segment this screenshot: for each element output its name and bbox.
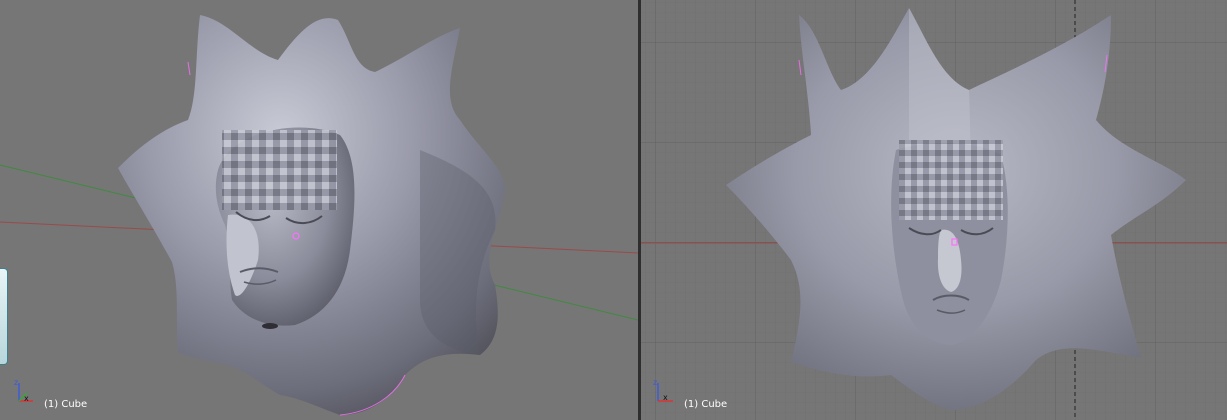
svg-text:z: z xyxy=(653,378,657,387)
svg-text:z: z xyxy=(14,378,18,387)
svg-text:x: x xyxy=(24,394,29,403)
axis-gizmo-icon: z x xyxy=(14,378,33,403)
svg-text:x: x xyxy=(663,393,668,402)
active-object-label: (1) Cube xyxy=(684,399,728,410)
left-scene: z x xyxy=(0,15,638,416)
right-scene: z x xyxy=(641,0,1227,420)
toolshelf-tab[interactable] xyxy=(0,268,8,365)
active-object-label: (1) Cube xyxy=(44,399,88,410)
left-3d-viewport[interactable]: z x (1) Cube xyxy=(0,0,638,420)
right-3d-viewport[interactable]: z x (1) Cube xyxy=(641,0,1227,420)
